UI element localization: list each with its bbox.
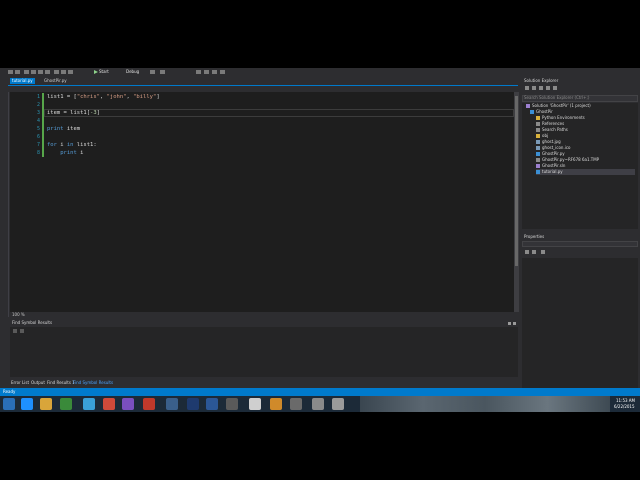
solution-platform-icon[interactable]	[150, 70, 155, 74]
tab-error-list[interactable]: Error List	[11, 380, 29, 386]
home-icon[interactable]	[525, 86, 529, 90]
properties-toolbar	[521, 248, 640, 257]
properties-icon[interactable]	[553, 86, 557, 90]
current-line-highlight	[44, 109, 514, 117]
chrome-icon[interactable]	[103, 398, 115, 410]
python-file-icon	[536, 170, 540, 174]
icon-file-icon	[536, 146, 540, 150]
step-icon[interactable]	[196, 70, 201, 74]
properties-title: Properties	[524, 234, 545, 239]
app-icon[interactable]	[226, 398, 238, 410]
photoshop-icon[interactable]	[187, 398, 199, 410]
show-all-files-icon[interactable]	[546, 86, 550, 90]
find-symbol-titlebar	[8, 320, 518, 327]
references-icon	[536, 122, 540, 126]
step-out-icon[interactable]	[212, 70, 217, 74]
clock-date[interactable]: 6/22/2015	[614, 404, 635, 410]
python-file-icon	[536, 152, 540, 156]
app-icon[interactable]	[270, 398, 282, 410]
app-icon[interactable]	[332, 398, 344, 410]
app-icon[interactable]	[290, 398, 302, 410]
categorized-icon[interactable]	[525, 250, 529, 254]
word-icon[interactable]	[206, 398, 218, 410]
status-bar	[0, 388, 640, 396]
line-number: 6	[36, 134, 40, 140]
change-margin	[42, 93, 44, 157]
properties-grid	[522, 258, 638, 388]
line-number: 7	[36, 142, 40, 148]
start-menu-icon[interactable]	[3, 398, 15, 410]
bookmark-icon[interactable]	[220, 70, 225, 74]
filezilla-icon[interactable]	[143, 398, 155, 410]
redo-dropdown-icon[interactable]	[68, 70, 73, 74]
code-line[interactable]: for i in list1:	[47, 141, 97, 149]
code-line[interactable]: list1 = ["chris", "john", "billy"]	[47, 93, 160, 101]
step-over-icon[interactable]	[204, 70, 209, 74]
tab-output[interactable]: Output	[31, 380, 45, 386]
line-number: 5	[36, 126, 40, 132]
property-pages-icon[interactable]	[541, 250, 545, 254]
skype-icon[interactable]	[83, 398, 95, 410]
find-symbol-results	[10, 327, 518, 377]
code-line[interactable]: item = list1[-3]	[47, 109, 100, 117]
solution-icon	[526, 104, 530, 108]
editor-scrollbar-thumb[interactable]	[515, 96, 518, 266]
media-icon[interactable]	[60, 398, 72, 410]
tab-find-results-1[interactable]: Find Results 1	[47, 380, 75, 386]
document-tabs	[8, 77, 518, 85]
find-symbol-title: Find Symbol Results	[12, 320, 53, 325]
tree-item-tutorial-py[interactable]: tutorial.py	[536, 169, 635, 175]
internet-explorer-icon[interactable]	[21, 398, 33, 410]
search-paths-icon	[536, 128, 540, 132]
solution-file-icon	[536, 164, 540, 168]
collapse-all-icon[interactable]	[539, 86, 543, 90]
line-number: 3	[36, 110, 40, 116]
results-toolbar-icon[interactable]	[20, 329, 24, 333]
alphabetical-icon[interactable]	[532, 250, 536, 254]
tab-ghostpir-py[interactable]: GhostPir.py	[42, 78, 69, 84]
app-icon[interactable]	[312, 398, 324, 410]
new-project-icon[interactable]	[24, 70, 29, 74]
open-file-icon[interactable]	[31, 70, 36, 74]
app-icon[interactable]	[166, 398, 178, 410]
code-editor[interactable]	[10, 92, 514, 312]
python-project-icon	[530, 110, 534, 114]
taskbar-wallpaper-strip	[360, 396, 610, 412]
start-button[interactable]: Start	[99, 69, 109, 75]
folder-icon	[536, 134, 540, 138]
zoom-level[interactable]: 100 %	[12, 312, 25, 318]
app-icon[interactable]	[249, 398, 261, 410]
toolbox-strip[interactable]	[0, 77, 9, 317]
line-number: 8	[36, 150, 40, 156]
save-all-icon[interactable]	[45, 70, 50, 74]
close-icon[interactable]	[513, 322, 516, 325]
redo-icon[interactable]	[61, 70, 66, 74]
solution-search-placeholder: Search Solution Explorer (Ctrl+;)	[524, 95, 590, 100]
main-toolbar	[0, 68, 520, 77]
pin-icon[interactable]	[508, 322, 511, 325]
code-line[interactable]: print i	[47, 149, 83, 157]
properties-object-select[interactable]	[522, 241, 638, 247]
environment-icon	[536, 116, 540, 120]
file-icon	[536, 158, 540, 162]
visual-studio-icon[interactable]	[122, 398, 134, 410]
line-number: 2	[36, 102, 40, 108]
line-number: 1	[36, 94, 40, 100]
tab-tutorial-py[interactable]: tutorial.py	[10, 78, 35, 84]
image-file-icon	[536, 140, 540, 144]
code-line[interactable]: print item	[47, 125, 80, 133]
editor-footer	[10, 312, 518, 318]
save-icon[interactable]	[38, 70, 43, 74]
file-explorer-icon[interactable]	[40, 398, 52, 410]
undo-icon[interactable]	[54, 70, 59, 74]
find-icon[interactable]	[160, 70, 165, 74]
refresh-icon[interactable]	[532, 86, 536, 90]
results-toolbar-icon[interactable]	[13, 329, 17, 333]
tab-find-symbol-results[interactable]: Find Symbol Results	[73, 380, 113, 386]
back-icon[interactable]	[8, 70, 13, 74]
status-text: Ready	[3, 389, 16, 394]
forward-icon[interactable]	[15, 70, 20, 74]
line-number: 4	[36, 118, 40, 124]
configuration-select[interactable]: Debug	[126, 69, 139, 75]
